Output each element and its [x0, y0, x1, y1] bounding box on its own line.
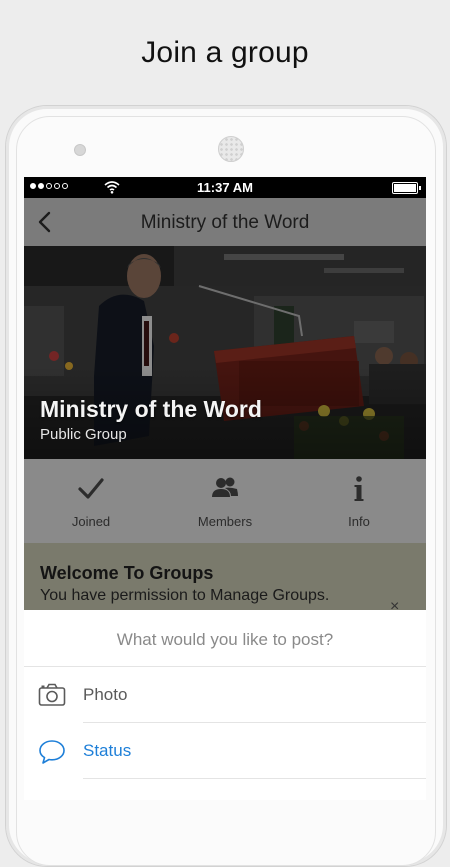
welcome-message: You have permission to Manage Groups. [40, 587, 330, 604]
front-camera [74, 144, 86, 156]
post-photo-option[interactable]: Photo [24, 667, 426, 723]
status-bar: 11:37 AM [24, 177, 426, 198]
nav-bar: Ministry of the Word [24, 198, 426, 246]
group-name: Ministry of the Word [40, 396, 262, 422]
promo-headline: Join a group [141, 36, 309, 69]
phone-screen: 11:37 AM Ministry of the Word Ministry o… [24, 177, 426, 800]
members-label: Members [197, 514, 253, 529]
post-option-partial[interactable] [24, 779, 426, 800]
group-cover-photo: Ministry of the Word Public Group [24, 246, 426, 459]
info-icon [354, 476, 364, 501]
post-options-sheet: What would you like to post? Photo Statu… [24, 610, 426, 800]
post-prompt: What would you like to post? [116, 630, 334, 649]
status-time: 11:37 AM [197, 180, 253, 195]
joined-label: Joined [71, 514, 111, 529]
chat-bubble-icon [39, 740, 65, 764]
battery-icon [392, 182, 421, 194]
members-icon [212, 477, 238, 497]
post-status-option[interactable]: Status [24, 723, 426, 779]
post-photo-label: Photo [83, 685, 128, 704]
compose-icon [38, 795, 64, 800]
camera-icon [38, 683, 66, 706]
post-status-label: Status [83, 741, 132, 760]
info-button[interactable]: Info [292, 459, 426, 543]
joined-button[interactable]: Joined [24, 459, 158, 543]
members-button[interactable]: Members [158, 459, 292, 543]
page-title: Ministry of the Word [140, 212, 310, 233]
check-icon [78, 478, 104, 499]
info-label: Info [348, 514, 370, 529]
earpiece-speaker [218, 136, 244, 162]
group-actions-bar: Joined Members Info [24, 459, 426, 543]
welcome-title: Welcome To Groups [40, 563, 214, 583]
group-type: Public Group [40, 426, 127, 443]
